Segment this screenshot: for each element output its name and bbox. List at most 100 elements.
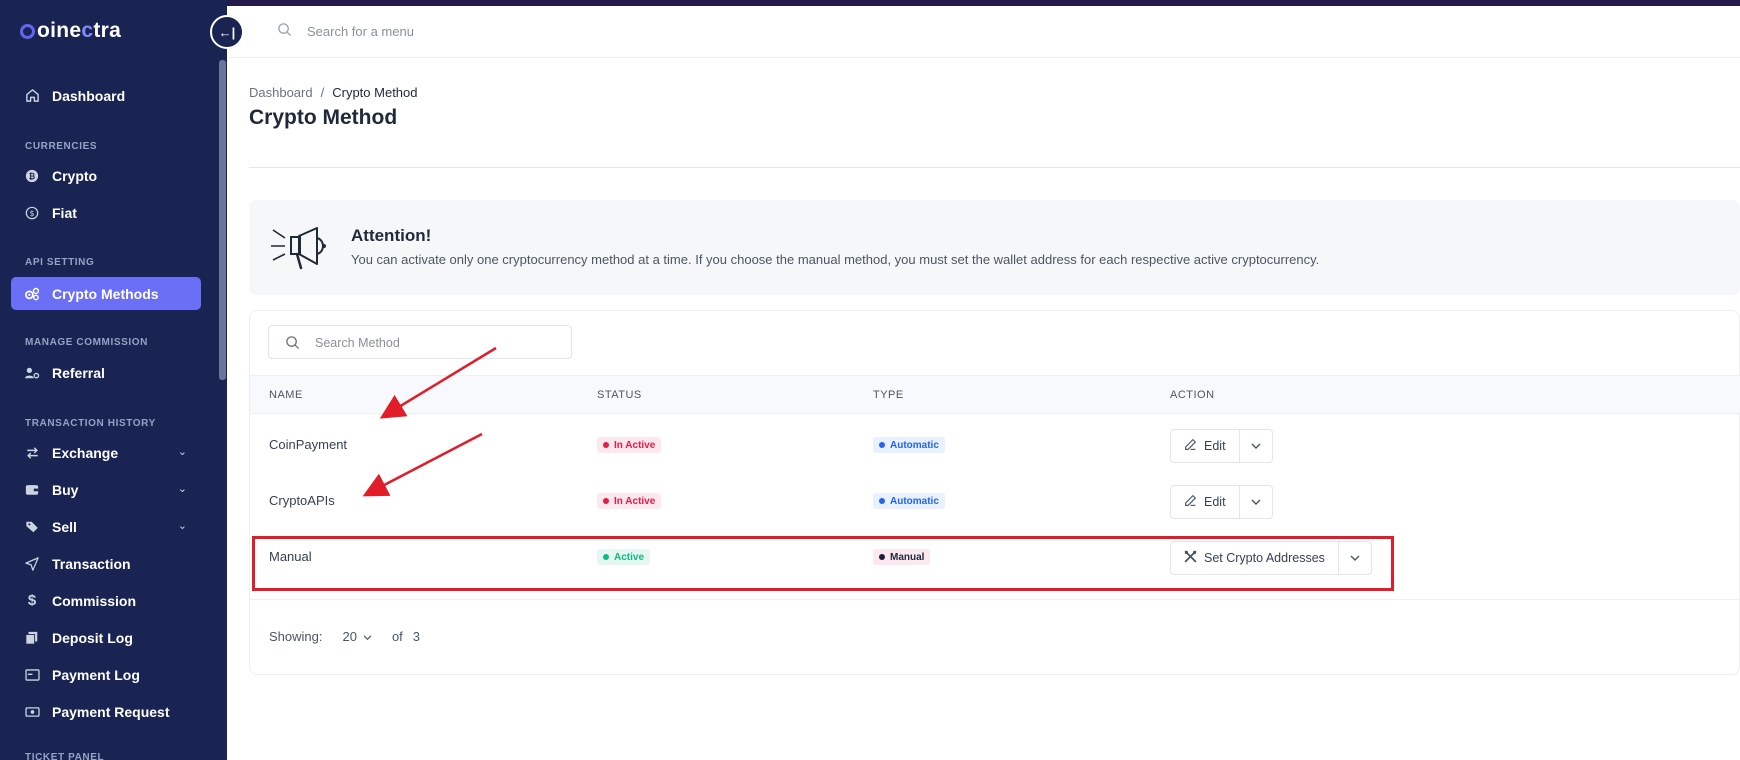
table-row: CryptoAPIs In Active Automatic Edit xyxy=(250,473,1740,529)
divider xyxy=(249,167,1740,168)
breadcrumb-current: Crypto Method xyxy=(332,85,418,100)
page-title: Crypto Method xyxy=(249,106,398,129)
sidebar-item-label: Sell xyxy=(52,518,77,535)
logo[interactable]: oine c tra xyxy=(20,19,121,43)
sidebar-item-payment-log[interactable]: Payment Log xyxy=(11,658,201,691)
attention-alert: Attention! You can activate only one cry… xyxy=(249,200,1740,295)
dollar-icon: $ xyxy=(27,592,37,609)
sidebar-item-label: Crypto xyxy=(52,167,98,184)
edit-button[interactable]: Edit xyxy=(1171,430,1240,462)
sidebar-item-label: Buy xyxy=(52,481,79,498)
sidebar-item-commission[interactable]: $ Commission xyxy=(11,584,201,617)
method-search-input[interactable] xyxy=(315,332,555,354)
sidebar-item-crypto[interactable]: ₿ Crypto xyxy=(11,159,201,192)
table-row: CoinPayment In Active Automatic Edit xyxy=(250,417,1740,473)
table-header: NAME STATUS TYPE ACTION xyxy=(250,375,1740,414)
logo-ring-icon xyxy=(20,23,35,39)
chevron-down-icon xyxy=(1251,493,1261,511)
action-button-group: Edit xyxy=(1170,485,1273,519)
sidebar-item-label: Fiat xyxy=(52,204,77,221)
chevron-down-icon: ⌄ xyxy=(177,520,187,532)
section-label-api-setting: API SETTING xyxy=(25,257,95,268)
edit-button-label: Edit xyxy=(1204,495,1226,509)
chevron-down-icon xyxy=(363,629,372,644)
breadcrumb-home-link[interactable]: Dashboard xyxy=(249,85,313,100)
type-badge: Automatic xyxy=(873,493,945,509)
user-gear-icon xyxy=(24,365,40,381)
svg-text:$: $ xyxy=(29,209,34,218)
action-dropdown-toggle[interactable] xyxy=(1240,486,1272,518)
sidebar-item-exchange[interactable]: Exchange ⌄ xyxy=(11,436,201,469)
section-label-transaction-history: TRANSACTION HISTORY xyxy=(25,418,156,429)
showing-label: Showing: xyxy=(269,629,323,644)
methods-card: NAME STATUS TYPE ACTION CoinPayment In A… xyxy=(249,310,1740,675)
exchange-arrows-icon xyxy=(24,445,40,461)
column-header-action: ACTION xyxy=(1170,389,1215,401)
sidebar-item-label: Commission xyxy=(52,592,137,609)
column-header-status: STATUS xyxy=(597,389,642,401)
alert-text: You can activate only one cryptocurrency… xyxy=(351,252,1320,267)
column-header-type: TYPE xyxy=(873,389,904,401)
bitcoin-icon: ₿ xyxy=(24,168,40,184)
wallet-icon xyxy=(24,482,40,498)
search-icon xyxy=(285,335,300,355)
type-badge: Automatic xyxy=(873,437,945,453)
pagination-info: Showing: 20 of 3 xyxy=(269,629,420,644)
sidebar-item-label: Exchange xyxy=(52,444,119,461)
sidebar-item-fiat[interactable]: $ Fiat xyxy=(11,196,201,229)
section-label-ticket-panel: TICKET PANEL xyxy=(25,752,105,760)
status-text: In Active xyxy=(614,439,656,451)
per-page-select[interactable]: 20 xyxy=(342,629,372,644)
sidebar-item-label: Transaction xyxy=(52,555,131,572)
sidebar-item-label: Referral xyxy=(52,364,105,381)
sidebar: oine c tra Dashboard CURRENCIES ₿ Crypto $… xyxy=(0,0,227,760)
top-header xyxy=(227,6,1740,58)
logo-text-1: oine xyxy=(37,19,82,42)
chevron-down-icon: ⌄ xyxy=(177,446,187,458)
sidebar-collapse-button[interactable]: ←| xyxy=(210,15,244,49)
megaphone-icon xyxy=(269,224,331,279)
sidebar-scrollbar[interactable] xyxy=(219,60,226,380)
chevron-down-icon: ⌄ xyxy=(177,483,187,495)
section-label-manage-commission: MANAGE COMMISSION xyxy=(25,337,148,348)
home-icon xyxy=(24,88,40,104)
status-badge: In Active xyxy=(597,493,662,509)
svg-text:₿: ₿ xyxy=(29,172,36,181)
per-page-value: 20 xyxy=(342,629,357,644)
type-text: Automatic xyxy=(890,439,939,451)
sidebar-item-referral[interactable]: Referral xyxy=(11,356,201,389)
sidebar-item-label: Payment Request xyxy=(52,703,170,720)
dollar-coin-icon: $ xyxy=(24,205,40,221)
edit-icon xyxy=(1184,438,1197,454)
sidebar-item-label: Dashboard xyxy=(52,87,126,104)
sidebar-item-deposit-log[interactable]: Deposit Log xyxy=(11,621,201,654)
sidebar-item-sell[interactable]: Sell ⌄ xyxy=(11,510,201,543)
sidebar-item-buy[interactable]: Buy ⌄ xyxy=(11,473,201,506)
column-header-name: NAME xyxy=(269,389,303,401)
breadcrumb: Dashboard / Crypto Method xyxy=(249,85,418,100)
sidebar-item-transaction[interactable]: Transaction xyxy=(11,547,201,580)
edit-icon xyxy=(1184,494,1197,510)
sidebar-item-payment-request[interactable]: Payment Request xyxy=(11,695,201,728)
section-label-currencies: CURRENCIES xyxy=(25,141,98,152)
sidebar-item-label: Crypto Methods xyxy=(52,285,159,302)
money-icon xyxy=(24,704,40,720)
method-name: CryptoAPIs xyxy=(269,493,335,508)
sidebar-item-label: Deposit Log xyxy=(52,629,133,646)
action-dropdown-toggle[interactable] xyxy=(1240,430,1272,462)
sidebar-item-crypto-methods[interactable]: Crypto Methods xyxy=(11,277,201,310)
paper-plane-icon xyxy=(24,556,40,572)
sidebar-item-dashboard[interactable]: Dashboard xyxy=(11,79,201,112)
search-icon xyxy=(277,22,292,42)
type-text: Automatic xyxy=(890,495,939,507)
gears-icon xyxy=(24,286,40,302)
method-search xyxy=(268,325,572,359)
total-count: 3 xyxy=(412,629,421,644)
chevron-down-icon xyxy=(1251,437,1261,455)
alert-title: Attention! xyxy=(351,226,432,245)
annotation-highlight-box xyxy=(252,536,1394,591)
menu-search-input[interactable] xyxy=(307,18,707,44)
tags-icon xyxy=(24,519,40,535)
method-name: CoinPayment xyxy=(269,437,348,452)
edit-button[interactable]: Edit xyxy=(1171,486,1240,518)
